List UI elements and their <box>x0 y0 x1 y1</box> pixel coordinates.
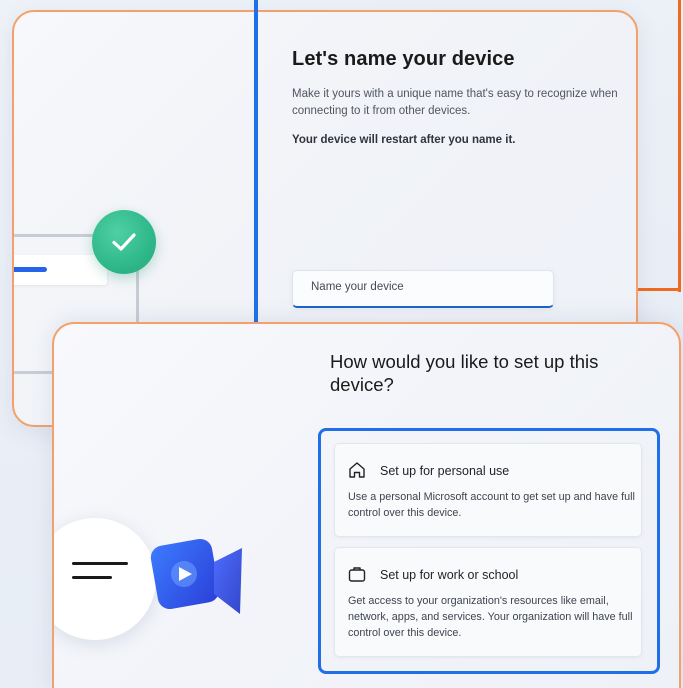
home-icon <box>349 462 365 478</box>
option-personal-use[interactable]: Set up for personal use Use a personal M… <box>334 443 642 537</box>
checkmark-icon <box>92 210 156 274</box>
setup-card: How would you like to set up this device… <box>52 322 681 688</box>
illustration-progress-bar <box>14 267 47 272</box>
option-work-or-school[interactable]: Set up for work or school Get access to … <box>334 547 642 657</box>
briefcase-icon <box>348 567 366 582</box>
menu-bubble-icon <box>54 518 156 640</box>
option-personal-description: Use a personal Microsoft account to get … <box>348 491 635 519</box>
menu-line <box>72 576 112 579</box>
options-highlight-frame: Set up for personal use Use a personal M… <box>318 428 660 674</box>
setup-title: How would you like to set up this device… <box>330 351 599 395</box>
video-camera-icon <box>150 539 242 614</box>
device-name-input[interactable]: Name your device <box>292 270 554 308</box>
connector-line-overlay <box>254 0 258 322</box>
connector-line-orange-vertical <box>678 0 681 292</box>
option-personal-label: Set up for personal use <box>380 464 510 478</box>
name-device-description: Make it yours with a unique name that's … <box>292 88 618 117</box>
option-work-label: Set up for work or school <box>380 568 519 582</box>
illustration-field <box>14 255 107 285</box>
restart-notice: Your device will restart after you name … <box>292 134 516 146</box>
menu-line <box>72 562 128 565</box>
option-work-description: Get access to your organization's resour… <box>348 595 633 639</box>
page-title: Let's name your device <box>292 48 515 70</box>
